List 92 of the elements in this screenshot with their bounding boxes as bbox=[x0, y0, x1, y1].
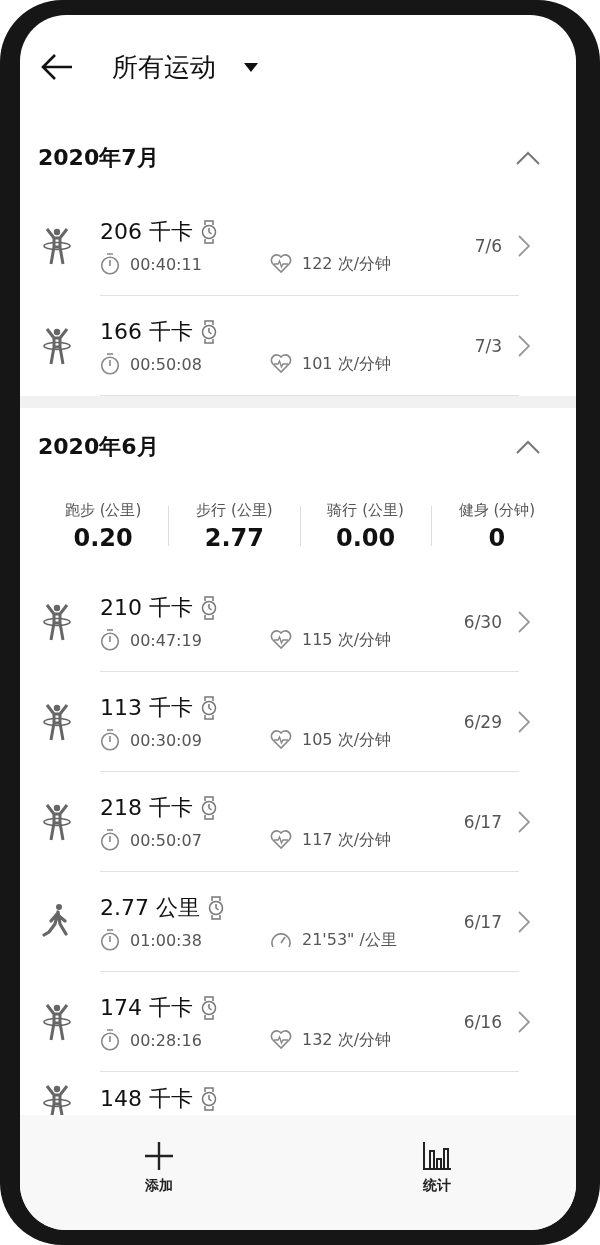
stopwatch-icon bbox=[100, 353, 120, 375]
stat-value: 0.20 bbox=[73, 523, 133, 552]
activity-record[interactable]: 113 千卡 00:30:09 105 次/分钟 6/29 bbox=[20, 672, 576, 772]
record-date: 6/17 bbox=[463, 812, 502, 832]
nav-tab[interactable]: 统计 bbox=[298, 1115, 576, 1220]
metric-text: 115 次/分钟 bbox=[302, 629, 391, 651]
month-heading: 2020年7月 bbox=[38, 143, 159, 172]
bar-chart-icon bbox=[422, 1140, 452, 1171]
page-title[interactable]: 所有运动 bbox=[112, 49, 216, 85]
heart-rate-icon bbox=[270, 1030, 292, 1050]
stat-label: 骑行 (公里) bbox=[327, 500, 404, 520]
watch-icon bbox=[201, 596, 217, 620]
nav-tab[interactable]: 添加 bbox=[20, 1115, 298, 1220]
stopwatch-icon bbox=[100, 253, 120, 275]
stat-label: 健身 (分钟) bbox=[458, 500, 536, 520]
activity-record[interactable]: 166 千卡 00:50:08 101 次/分钟 7/3 bbox=[20, 296, 576, 396]
metric-text: 117 次/分钟 bbox=[302, 829, 391, 851]
metric-text: 101 次/分钟 bbox=[302, 353, 391, 375]
duration-text: 01:00:38 bbox=[130, 930, 202, 950]
heart-rate-icon bbox=[270, 630, 292, 650]
collapse-chevron-icon[interactable] bbox=[516, 439, 540, 454]
stopwatch-icon bbox=[100, 729, 120, 751]
record-date: 6/29 bbox=[463, 712, 502, 732]
stat-value: 2.77 bbox=[204, 523, 264, 552]
chevron-right-icon bbox=[518, 335, 530, 357]
metric-text: 105 次/分钟 bbox=[302, 729, 391, 751]
record-value: 166 千卡 bbox=[100, 318, 193, 346]
chevron-right-icon bbox=[518, 911, 530, 933]
record-value: 113 千卡 bbox=[100, 694, 193, 722]
activity-record[interactable]: 206 千卡 00:40:11 122 次/分钟 7/6 bbox=[20, 196, 576, 296]
record-value: 206 千卡 bbox=[100, 218, 193, 246]
activity-record[interactable]: 210 千卡 00:47:19 115 次/分钟 6/30 bbox=[20, 572, 576, 672]
record-value: 148 千卡 bbox=[100, 1085, 193, 1113]
record-value: 2.77 公里 bbox=[100, 894, 200, 922]
hula-hoop-figure-icon bbox=[42, 603, 72, 641]
stopwatch-icon bbox=[100, 829, 120, 851]
record-date: 6/16 bbox=[463, 1012, 502, 1032]
dropdown-caret-icon[interactable] bbox=[244, 62, 258, 72]
watch-icon bbox=[201, 796, 217, 820]
stat-value: 0 bbox=[488, 523, 506, 552]
metric-text: 122 次/分钟 bbox=[302, 253, 391, 275]
record-date: 6/30 bbox=[463, 612, 502, 632]
watch-icon bbox=[201, 996, 217, 1020]
gauge-icon bbox=[270, 930, 292, 950]
duration-text: 00:50:07 bbox=[130, 830, 202, 850]
duration-text: 00:50:08 bbox=[130, 354, 202, 374]
stopwatch-icon bbox=[100, 629, 120, 651]
hula-hoop-figure-icon bbox=[42, 803, 72, 841]
watch-icon bbox=[201, 220, 217, 244]
stat-label: 跑步 (公里) bbox=[64, 500, 142, 520]
record-date: 7/6 bbox=[474, 236, 502, 256]
watch-icon bbox=[201, 696, 217, 720]
chevron-right-icon bbox=[518, 235, 530, 257]
hula-hoop-figure-icon bbox=[42, 703, 72, 741]
record-value: 174 千卡 bbox=[100, 994, 193, 1022]
stat-label: 步行 (公里) bbox=[196, 500, 273, 520]
watch-icon bbox=[208, 896, 224, 920]
chevron-right-icon bbox=[518, 1011, 530, 1033]
activity-record[interactable]: 2.77 公里 01:00:38 21'53" /公里 6/17 bbox=[20, 872, 576, 972]
chevron-right-icon bbox=[518, 811, 530, 833]
record-date: 7/3 bbox=[474, 336, 502, 356]
record-date: 6/17 bbox=[463, 912, 502, 932]
month-heading: 2020年6月 bbox=[38, 432, 159, 461]
duration-text: 00:47:19 bbox=[130, 630, 202, 650]
watch-icon bbox=[201, 320, 217, 344]
chevron-right-icon bbox=[518, 611, 530, 633]
record-value: 218 千卡 bbox=[100, 794, 193, 822]
stopwatch-icon bbox=[100, 1029, 120, 1051]
activity-record[interactable]: 218 千卡 00:50:07 117 次/分钟 6/17 bbox=[20, 772, 576, 872]
back-icon[interactable] bbox=[40, 52, 74, 82]
activity-record[interactable]: 148 千卡 bbox=[20, 1072, 576, 1116]
heart-rate-icon bbox=[270, 830, 292, 850]
heart-rate-icon bbox=[270, 354, 292, 374]
metric-text: 21'53" /公里 bbox=[302, 929, 397, 951]
heart-rate-icon bbox=[270, 730, 292, 750]
activity-record[interactable]: 174 千卡 00:28:16 132 次/分钟 6/16 bbox=[20, 972, 576, 1072]
hula-hoop-figure-icon bbox=[42, 327, 72, 365]
watch-icon bbox=[201, 1087, 217, 1111]
chevron-right-icon bbox=[518, 711, 530, 733]
duration-text: 00:28:16 bbox=[130, 1030, 202, 1050]
record-value: 210 千卡 bbox=[100, 594, 193, 622]
stopwatch-icon bbox=[100, 929, 120, 951]
collapse-chevron-icon[interactable] bbox=[516, 150, 540, 165]
heart-rate-icon bbox=[270, 254, 292, 274]
hula-hoop-figure-icon bbox=[42, 1003, 72, 1041]
duration-text: 00:40:11 bbox=[130, 254, 202, 274]
hula-hoop-figure-icon bbox=[42, 227, 72, 265]
metric-text: 132 次/分钟 bbox=[302, 1029, 391, 1051]
stat-value: 0.00 bbox=[336, 523, 396, 552]
duration-text: 00:30:09 bbox=[130, 730, 202, 750]
plus-icon bbox=[144, 1140, 174, 1171]
hula-hoop-figure-icon bbox=[42, 1084, 72, 1116]
